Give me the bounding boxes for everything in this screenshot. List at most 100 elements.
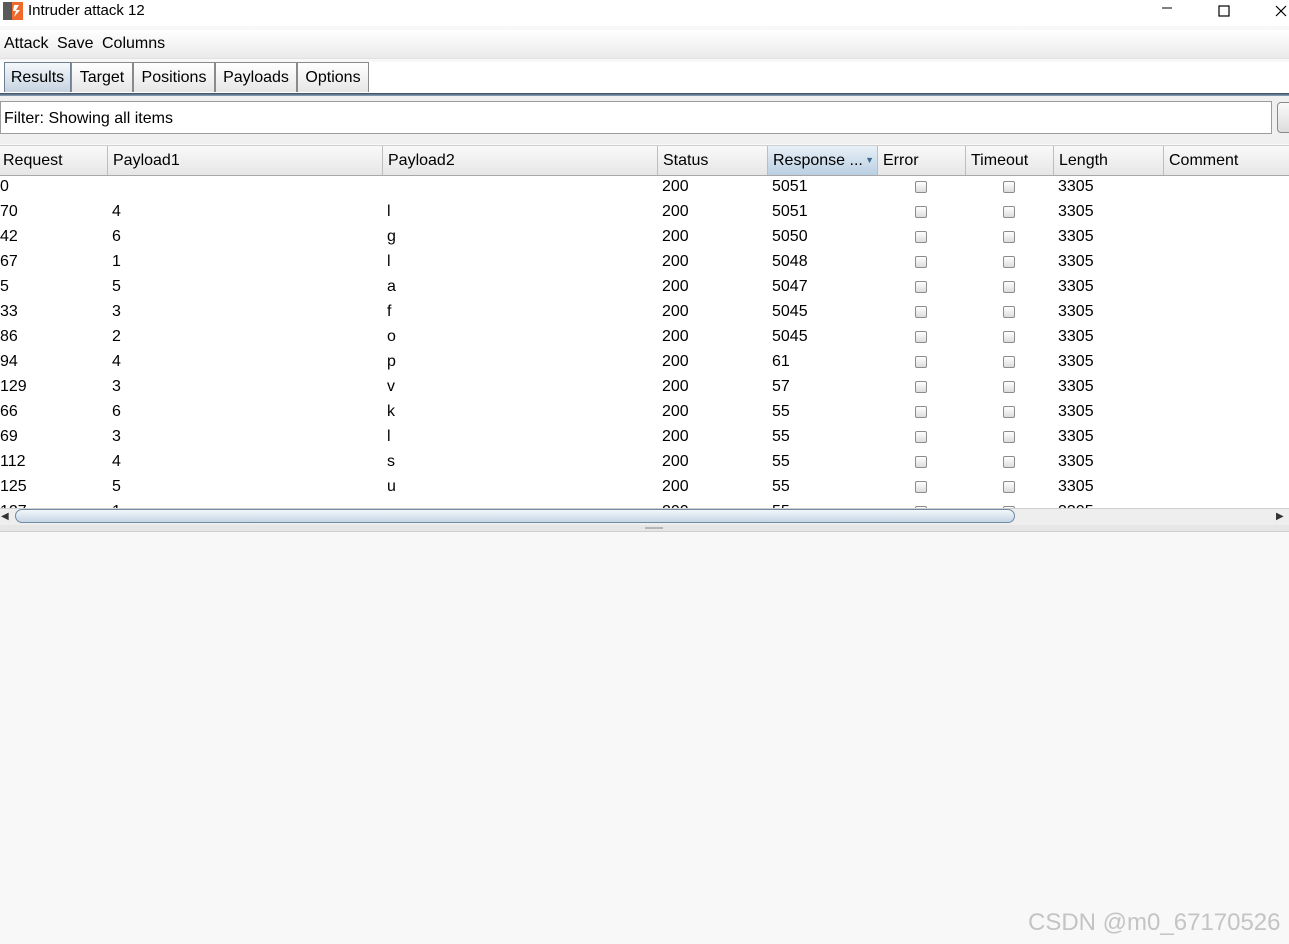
timeout-checkbox xyxy=(1003,406,1015,418)
table-row[interactable]: 42 6 g 200 5050 3305 xyxy=(0,225,1289,250)
error-checkbox xyxy=(915,331,927,343)
cell-payload2: v xyxy=(387,378,395,395)
timeout-checkbox xyxy=(1003,281,1015,293)
cell-comment xyxy=(1165,325,1168,350)
cell-request: 125 xyxy=(0,478,27,495)
timeout-checkbox xyxy=(1003,256,1015,268)
cell-status: 200 xyxy=(662,453,689,470)
cell-request: 112 xyxy=(0,453,26,470)
tab-options[interactable]: Options xyxy=(297,62,369,92)
table-row[interactable]: 33 3 f 200 5045 3305 xyxy=(0,300,1289,325)
cell-length: 3305 xyxy=(1058,428,1094,445)
error-checkbox xyxy=(915,206,927,218)
cell-length: 3305 xyxy=(1058,378,1094,395)
table-row[interactable]: 70 4 l 200 5051 3305 xyxy=(0,200,1289,225)
table-row[interactable]: 67 1 l 200 5048 3305 xyxy=(0,250,1289,275)
close-button[interactable] xyxy=(1258,0,1289,26)
cell-payload2: o xyxy=(387,328,396,345)
cell-payload1: 1 xyxy=(112,253,121,270)
cell-payload2: l xyxy=(387,428,391,445)
error-checkbox xyxy=(915,381,927,393)
cell-payload1: 6 xyxy=(112,228,121,245)
table-row[interactable]: 86 2 o 200 5045 3305 xyxy=(0,325,1289,350)
timeout-checkbox xyxy=(1003,181,1015,193)
menu-columns[interactable]: Columns xyxy=(102,35,165,53)
minimize-icon xyxy=(1161,4,1173,22)
table-header: Request Payload1 Payload2 Status Respons… xyxy=(0,145,1289,176)
cell-comment xyxy=(1165,225,1168,250)
filter-side-button[interactable] xyxy=(1277,102,1289,133)
timeout-checkbox xyxy=(1003,331,1015,343)
filter-label: Filter: Showing all items xyxy=(4,110,173,127)
tab-results[interactable]: Results xyxy=(4,62,71,92)
minimize-button[interactable] xyxy=(1144,0,1190,26)
cell-status: 200 xyxy=(662,178,689,195)
timeout-checkbox xyxy=(1003,306,1015,318)
cell-comment xyxy=(1165,275,1168,300)
cell-payload1: 6 xyxy=(112,403,121,420)
cell-payload2: u xyxy=(387,478,396,495)
column-header-request[interactable]: Request xyxy=(0,146,108,175)
cell-request: 129 xyxy=(0,378,27,395)
cell-request: 42 xyxy=(0,228,18,245)
menu-attack[interactable]: Attack xyxy=(4,35,48,53)
tab-positions[interactable]: Positions xyxy=(133,62,215,92)
cell-status: 200 xyxy=(662,253,689,270)
cell-length: 3305 xyxy=(1058,228,1094,245)
request-detail-pane xyxy=(0,532,1289,944)
cell-length: 3305 xyxy=(1058,178,1094,195)
column-header-status[interactable]: Status xyxy=(658,146,768,175)
cell-payload1: 5 xyxy=(112,278,121,295)
filter-bar[interactable]: Filter: Showing all items xyxy=(0,101,1272,134)
table-row[interactable]: 69 3 l 200 55 3305 xyxy=(0,425,1289,450)
column-header-comment[interactable]: Comment xyxy=(1164,146,1289,175)
cell-payload2: g xyxy=(387,228,396,245)
cell-request: 67 xyxy=(0,253,18,270)
column-header-payload2[interactable]: Payload2 xyxy=(383,146,658,175)
table-row[interactable]: 129 3 v 200 57 3305 xyxy=(0,375,1289,400)
cell-payload2: l xyxy=(387,203,391,220)
error-checkbox xyxy=(915,431,927,443)
table-row[interactable]: 94 4 p 200 61 3305 xyxy=(0,350,1289,375)
scroll-right-arrow-icon[interactable]: ▶ xyxy=(1276,511,1284,522)
menu-save[interactable]: Save xyxy=(57,35,93,53)
cell-comment xyxy=(1165,350,1168,375)
cell-payload2: s xyxy=(387,453,395,470)
table-row[interactable]: 66 6 k 200 55 3305 xyxy=(0,400,1289,425)
cell-request: 66 xyxy=(0,403,18,420)
cell-payload1: 4 xyxy=(112,353,121,370)
cell-status: 200 xyxy=(662,478,689,495)
tab-bar: Results Target Positions Payloads Option… xyxy=(0,62,1289,96)
table-row[interactable]: 5 5 a 200 5047 3305 xyxy=(0,275,1289,300)
timeout-checkbox xyxy=(1003,231,1015,243)
cell-payload1: 2 xyxy=(112,328,121,345)
table-row[interactable]: 0 200 5051 3305 xyxy=(0,175,1289,200)
column-header-response-label: Response ... xyxy=(773,152,863,169)
horizontal-scrollbar[interactable]: ◀ ▶ xyxy=(0,508,1289,525)
tab-target[interactable]: Target xyxy=(71,62,133,92)
cell-payload1: 5 xyxy=(112,478,121,495)
split-pane-divider[interactable] xyxy=(0,525,1289,532)
scroll-left-arrow-icon[interactable]: ◀ xyxy=(1,511,9,522)
column-header-timeout[interactable]: Timeout xyxy=(966,146,1054,175)
column-header-response[interactable]: Response ... ▼ xyxy=(768,146,878,175)
cell-comment xyxy=(1165,450,1168,475)
cell-status: 200 xyxy=(662,328,689,345)
cell-response: 61 xyxy=(772,353,790,370)
error-checkbox xyxy=(915,481,927,493)
timeout-checkbox xyxy=(1003,456,1015,468)
table-row[interactable]: 125 5 u 200 55 3305 xyxy=(0,475,1289,500)
column-header-payload1[interactable]: Payload1 xyxy=(108,146,383,175)
maximize-button[interactable] xyxy=(1201,0,1247,26)
column-header-error[interactable]: Error xyxy=(878,146,966,175)
scrollbar-thumb[interactable] xyxy=(15,509,1015,523)
timeout-checkbox xyxy=(1003,481,1015,493)
cell-request: 94 xyxy=(0,353,18,370)
column-header-length[interactable]: Length xyxy=(1054,146,1164,175)
cell-comment xyxy=(1165,400,1168,425)
table-row[interactable]: 112 4 s 200 55 3305 xyxy=(0,450,1289,475)
cell-comment xyxy=(1165,250,1168,275)
tab-payloads[interactable]: Payloads xyxy=(215,62,297,92)
cell-payload2: f xyxy=(387,303,392,320)
cell-payload2: l xyxy=(387,253,391,270)
